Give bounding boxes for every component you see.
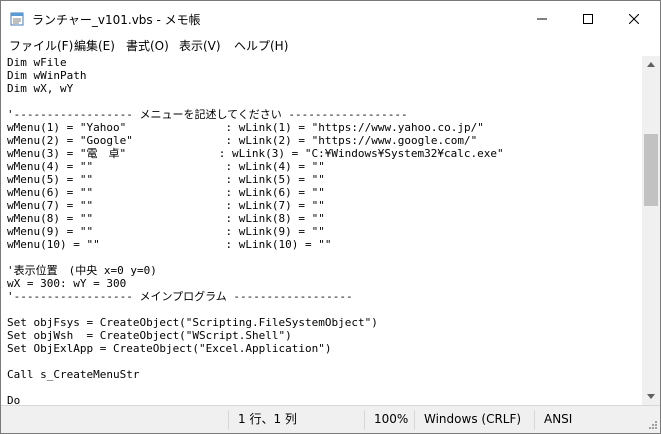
code-line: wMenu(6) = "" : wLink(6) = "" [7, 186, 325, 199]
status-cursor-position: 1 行、1 列 [238, 412, 297, 426]
menu-file[interactable]: ファイル(F) [9, 38, 73, 55]
status-separator [414, 410, 415, 430]
code-line: wMenu(10) = "" : wLink(10) = "" [7, 238, 332, 251]
status-line-ending: Windows (CRLF) [424, 412, 522, 426]
scroll-up-arrow-icon [647, 62, 655, 67]
code-line: '表示位置 (中央 x=0 y=0) [7, 264, 157, 277]
vertical-scrollbar[interactable] [642, 56, 660, 405]
code-line: '------------------ メインプログラム -----------… [7, 290, 353, 303]
window-title: ランチャー_v101.vbs - メモ帳 [32, 13, 201, 27]
code-line: Call s_CreateMenuStr [7, 368, 140, 381]
code-line: wX = 300: wY = 300 [7, 277, 127, 290]
notepad-window: ランチャー_v101.vbs - メモ帳 ファイル(F) 編集(E) 書式(O)… [0, 0, 661, 434]
code-line: Do [7, 394, 21, 405]
scroll-up-button[interactable] [642, 56, 660, 73]
code-line: wMenu(7) = "" : wLink(7) = "" [7, 199, 325, 212]
status-separator [364, 410, 365, 430]
code-line: wMenu(2) = "Google" : wLink(2) = "https:… [7, 134, 478, 147]
menu-format[interactable]: 書式(O) [126, 38, 169, 55]
status-separator [534, 410, 535, 430]
status-bar: 1 行、1 列 100% Windows (CRLF) ANSI [1, 405, 660, 433]
menu-bar: ファイル(F) 編集(E) 書式(O) 表示(V) ヘルプ(H) [1, 37, 660, 56]
code-line: Dim wX, wY [7, 82, 74, 95]
menu-help[interactable]: ヘルプ(H) [234, 38, 288, 55]
code-line: wMenu(1) = "Yahoo" : wLink(1) = "https:/… [7, 121, 484, 134]
text-editor[interactable]: Dim wFile Dim wWinPath Dim wX, wY '--------… [1, 56, 642, 405]
code-line: Set ObjExlApp = CreateObject("Excel.Appl… [7, 342, 332, 355]
title-bar[interactable]: ランチャー_v101.vbs - メモ帳 [1, 1, 660, 37]
code-line: Set objWsh = CreateObject("WScript.Shell… [7, 329, 292, 342]
minimize-icon [537, 18, 547, 20]
status-zoom: 100% [374, 412, 409, 426]
scrollbar-thumb[interactable] [644, 134, 658, 206]
code-line: '------------------ メニューを記述してください ------… [7, 108, 408, 121]
maximize-button[interactable] [565, 1, 611, 37]
code-line: Set objFsys = CreateObject("Scripting.Fi… [7, 316, 378, 329]
scroll-down-arrow-icon [647, 394, 655, 399]
code-line: wMenu(5) = "" : wLink(5) = "" [7, 173, 325, 186]
minimize-button[interactable] [519, 1, 565, 37]
code-line: wMenu(4) = "" : wLink(4) = "" [7, 160, 325, 173]
code-line: Dim wWinPath [7, 69, 87, 82]
close-button[interactable] [611, 1, 657, 37]
code-line: wMenu(8) = "" : wLink(8) = "" [7, 212, 325, 225]
menu-view[interactable]: 表示(V) [179, 38, 221, 55]
close-icon [629, 14, 639, 24]
maximize-icon [583, 14, 593, 24]
status-separator [228, 410, 229, 430]
code-line: wMenu(3) = "電 卓" : wLink(3) = "C:¥Window… [7, 147, 504, 160]
status-encoding: ANSI [544, 412, 573, 426]
menu-edit[interactable]: 編集(E) [74, 38, 115, 55]
notepad-icon[interactable] [10, 11, 24, 26]
resize-grip-icon[interactable] [646, 418, 658, 430]
code-line: wMenu(9) = "" : wLink(9) = "" [7, 225, 325, 238]
code-line: Dim wFile [7, 56, 67, 69]
scroll-down-button[interactable] [642, 388, 660, 405]
